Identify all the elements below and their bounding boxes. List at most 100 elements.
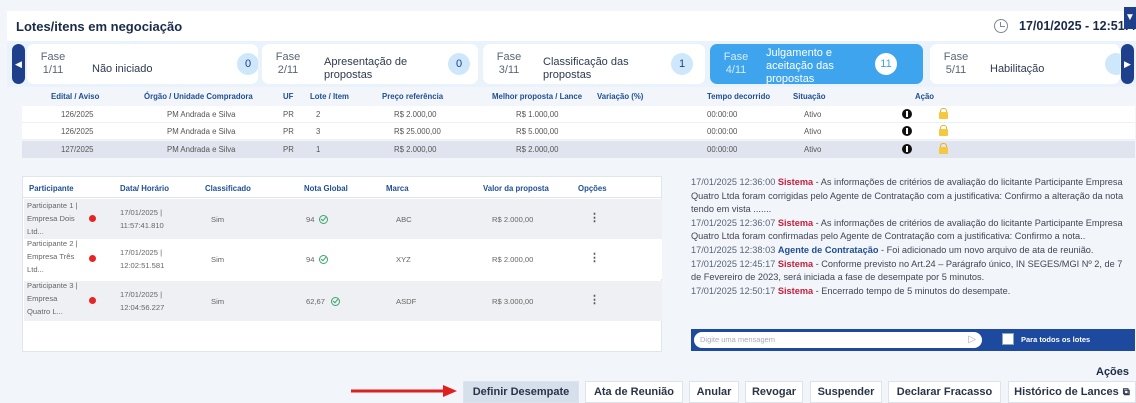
phase-label: Habilitação <box>990 63 1045 75</box>
historico-de-lances-button[interactable]: Histórico de Lances ⧉ <box>1008 381 1136 403</box>
lots-header-cell: Preço referência <box>382 92 444 101</box>
chat-message: 17/01/2025 12:45:17 Sistema - Conforme p… <box>691 258 1135 285</box>
lot-lote: 1 <box>316 145 321 154</box>
chat-author: Sistema <box>777 177 814 187</box>
lot-row[interactable]: 127/2025 PM Andrada e Silva PR 1 R$ 2.000,00… <box>22 141 1135 158</box>
declarar-fracasso-button[interactable]: Declarar Fracasso <box>888 381 1001 403</box>
phase-card-4[interactable]: Fase 4/11 Julgamento e aceitação das propost… <box>710 44 923 84</box>
participants-header-cell: Opções <box>578 184 607 193</box>
check-circle-icon <box>319 215 328 224</box>
participants-header: Participante Data/ Horário Classificado Not… <box>23 177 661 198</box>
lot-row[interactable]: 126/2025 PM Andrada e Silva PR 2 R$ 2.000,00… <box>22 106 1135 123</box>
lot-tempo: 00:00:00 <box>707 127 738 136</box>
phase-card-1[interactable]: Fase 1/11 Não iniciado 0 <box>27 44 258 84</box>
phase-label: Classificação das propostas <box>543 56 629 81</box>
current-datetime: 17/01/2025 - 12:51:44 <box>1019 19 1136 33</box>
phase-next-button[interactable]: ▶ <box>1121 44 1134 84</box>
chat-message: 17/01/2025 12:38:03 Agente de Contrataçã… <box>691 244 1135 258</box>
participant-classified: Sim <box>211 297 225 306</box>
participants-header-cell: Valor da proposta <box>483 184 549 193</box>
chat-author: Sistema <box>777 217 814 228</box>
participant-score: 94 <box>306 215 315 224</box>
phase-card-2[interactable]: Fase 2/11 Apresentação de propostas 0 <box>262 44 478 84</box>
action-label: Anular <box>696 386 732 398</box>
filter-icon[interactable]: ▼ <box>1124 7 1136 29</box>
phase-count-badge <box>1105 53 1120 75</box>
lot-orgao: PM Andrada e Silva <box>167 145 236 154</box>
lot-orgao: PM Andrada e Silva <box>167 127 236 136</box>
chat-timestamp: 17/01/2025 12:36:07 <box>691 217 778 228</box>
send-icon[interactable]: ▷ <box>968 334 976 345</box>
revogar-button[interactable]: Revogar <box>745 381 803 403</box>
options-icon[interactable]: ⋮ <box>589 211 600 224</box>
lock-icon[interactable] <box>939 143 948 154</box>
participants-header-cell: Nota Global <box>304 184 348 193</box>
participant-row[interactable]: Participante 1 | Empresa Dois Ltd... 17/01/… <box>24 199 662 239</box>
clock-icon <box>994 19 1008 33</box>
phase-count-badge: 1 <box>671 53 693 75</box>
options-icon[interactable]: ⋮ <box>589 293 600 306</box>
participant-row[interactable]: Participante 3 | Empresa Quatro L... 17/01/… <box>24 281 662 321</box>
phase-number: Fase 3/11 <box>496 51 522 76</box>
lot-uf: PR <box>283 127 294 136</box>
lock-icon[interactable] <box>939 125 948 136</box>
lot-preco: R$ 25.000,00 <box>394 127 441 136</box>
chat-message: 17/01/2025 12:36:07 Sistema - As informa… <box>691 217 1135 244</box>
phase-label: Julgamento e aceitação das propostas <box>766 47 834 84</box>
participant-score: 94 <box>306 255 315 264</box>
participant-row[interactable]: Participante 2 | Empresa Três Ltd... 17/01/… <box>24 239 662 279</box>
chat-message-input[interactable]: Digite uma mensagem ▷ <box>694 332 982 348</box>
phase-label: Apresentação de propostas <box>324 56 408 81</box>
external-link-icon: ⧉ <box>1122 387 1130 398</box>
lot-preco: R$ 2.000,00 <box>394 145 437 154</box>
options-icon[interactable]: ⋮ <box>589 251 600 264</box>
chat-placeholder: Digite uma mensagem <box>700 335 776 344</box>
phase-card-3[interactable]: Fase 3/11 Classificação das propostas 1 <box>483 44 705 84</box>
lock-icon[interactable] <box>939 108 948 119</box>
lot-preco: R$ 2.000,00 <box>394 110 437 119</box>
all-lots-checkbox[interactable] <box>1002 333 1014 345</box>
chat-message: 17/01/2025 12:36:00 Sistema - As informa… <box>691 176 1135 217</box>
suspender-button[interactable]: Suspender <box>810 381 882 403</box>
chat-message: 17/01/2025 12:50:17 Sistema - Encerrado … <box>691 285 1135 299</box>
lots-header-cell: Melhor proposta / Lance <box>492 92 583 101</box>
chat-author: Sistema <box>777 285 814 296</box>
anular-button[interactable]: Anular <box>689 381 739 403</box>
chat-text: - Foi adicionado um novo arquivo de ata … <box>878 244 1094 255</box>
participant-value: R$ 2.000,00 <box>492 255 534 264</box>
phase-prev-button[interactable]: ◀ <box>12 44 25 84</box>
participants-header-cell: Classificado <box>205 184 251 193</box>
chat-log: 17/01/2025 12:36:00 Sistema - As informa… <box>691 176 1135 326</box>
ata-de-reuniao-button[interactable]: Ata de Reunião <box>585 381 683 403</box>
phase-number: Fase 4/11 <box>723 51 749 76</box>
participants-panel: Participante Data/ Horário Classificado Not… <box>22 176 662 352</box>
status-dot <box>89 215 96 222</box>
chat-timestamp: 17/01/2025 12:45:17 <box>691 258 778 269</box>
all-lots-label: Para todos os lotes <box>1021 335 1091 344</box>
red-arrow-annotation <box>351 385 457 397</box>
participant-value: R$ 3.000,00 <box>492 297 534 306</box>
action-label: Revogar <box>751 386 797 398</box>
action-label: Histórico de Lances <box>1014 386 1119 398</box>
lot-row[interactable]: 126/2025 PM Andrada e Silva PR 3 R$ 25.000,0… <box>22 123 1135 140</box>
phase-number: Fase 1/11 <box>40 51 66 76</box>
info-icon[interactable] <box>902 144 912 154</box>
phase-number: Fase 2/11 <box>275 51 301 76</box>
participant-brand: ASDF <box>396 297 417 306</box>
lot-edital: 127/2025 <box>61 145 94 154</box>
phase-count-badge: 11 <box>875 53 897 75</box>
phase-count-badge: 0 <box>448 53 470 75</box>
phase-card-5[interactable]: Fase 5/11 Habilitação <box>930 44 1120 84</box>
info-icon[interactable] <box>902 126 912 136</box>
participant-name: Participante 3 | Empresa Quatro L... <box>27 281 78 316</box>
info-icon[interactable] <box>902 109 912 119</box>
action-label: Definir Desempate <box>472 386 570 398</box>
participant-date: 17/01/2025 | 12:04:56.227 <box>120 290 165 312</box>
definir-desempate-button[interactable]: Definir Desempate <box>463 381 579 403</box>
participant-classified: Sim <box>211 255 225 264</box>
participants-header-cell: Data/ Horário <box>120 184 169 193</box>
lots-header-cell: Ação <box>915 92 935 101</box>
lot-melhor: R$ 2.000,00 <box>516 145 559 154</box>
lot-situacao: Ativo <box>804 127 822 136</box>
status-dot <box>89 297 96 304</box>
